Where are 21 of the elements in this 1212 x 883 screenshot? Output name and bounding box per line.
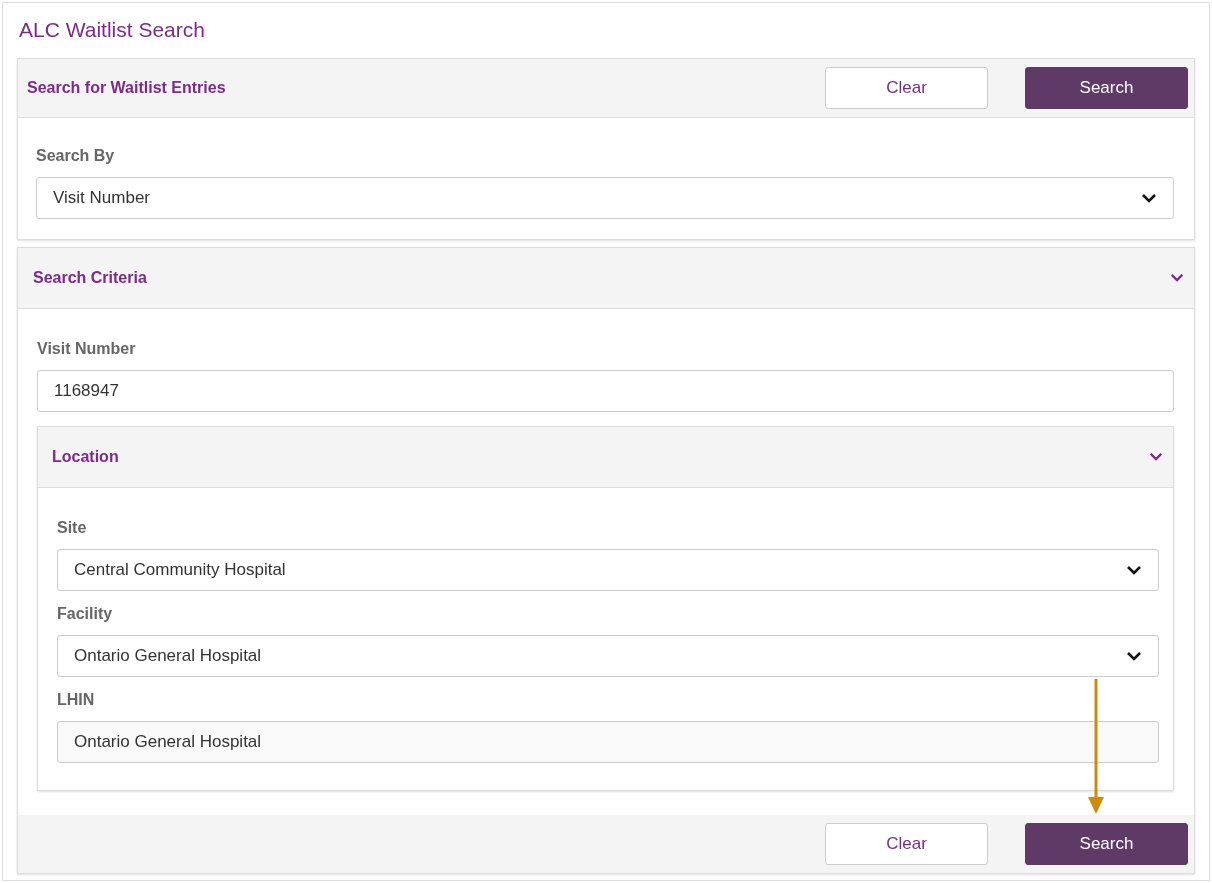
readonly-field[interactable]: Ontario General Hospital [57,720,1159,763]
chevron-down-icon [1126,650,1142,661]
field-label: Facility [57,603,113,624]
field-label: Visit Number [37,338,136,359]
search-button[interactable]: Search [1025,66,1188,109]
input-field[interactable]: 1168947 [37,369,1174,412]
panel-title: Location [52,446,119,467]
clear-button[interactable]: Clear [825,66,988,109]
panel-title: Search Criteria [33,267,147,288]
dropdown[interactable]: Central Community Hospital [57,548,1159,591]
search-button[interactable]: Search [1025,822,1188,865]
field-label: Site [57,517,87,538]
chevron-down-icon [1126,564,1142,575]
panel-title: Search for Waitlist Entries [27,77,226,98]
dropdown[interactable]: Visit Number [36,176,1174,219]
field-label: Search By [36,145,115,166]
chevron-down-icon [1141,192,1157,203]
field-label: LHIN [57,689,95,710]
page-title: ALC Waitlist Search [19,17,206,43]
dropdown[interactable]: Ontario General Hospital [57,634,1159,677]
clear-button[interactable]: Clear [825,822,988,865]
